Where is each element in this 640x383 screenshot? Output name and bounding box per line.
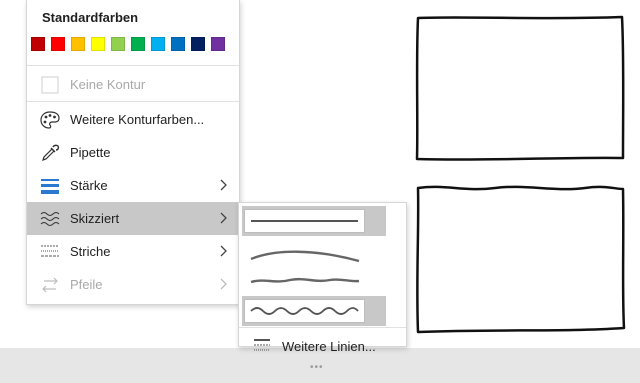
menu-separator [27, 65, 239, 66]
color-swatch-green[interactable] [131, 37, 145, 51]
menu-item-dashes[interactable]: Striche [27, 235, 239, 268]
resize-grip-icon[interactable]: ••• [310, 363, 324, 373]
menu-item-label: Stärke [70, 178, 108, 193]
color-swatch-red[interactable] [51, 37, 65, 51]
sketch-style-preview [244, 299, 365, 323]
menu-item-label: Keine Kontur [70, 77, 146, 92]
sketch-style-scribble[interactable] [242, 296, 386, 326]
menu-item-label: Weitere Konturfarben... [70, 112, 205, 127]
menu-separator [27, 101, 239, 102]
sketched-style-submenu: Weitere Linien... [238, 202, 407, 354]
sketch-style-freehand[interactable] [242, 266, 386, 296]
color-swatch-light-blue[interactable] [151, 37, 165, 51]
line-weight-icon [41, 179, 59, 194]
color-swatch-light-green[interactable] [111, 37, 125, 51]
menu-item-label: Striche [70, 244, 111, 259]
sketch-style-preview [244, 209, 365, 233]
menu-item-more-outline-colors[interactable]: Weitere Konturfarben... [27, 103, 239, 136]
color-swatch-orange[interactable] [71, 37, 85, 51]
chevron-right-icon [220, 278, 227, 290]
more-lines-button[interactable]: Weitere Linien... [239, 334, 406, 358]
eyedropper-icon [42, 144, 60, 161]
sketched-rectangle-bottom[interactable] [416, 185, 626, 334]
scribble-line-icon [250, 307, 359, 315]
menu-item-label: Pfeile [70, 277, 103, 292]
no-outline-icon [41, 76, 59, 94]
chevron-right-icon [220, 179, 227, 191]
freehand-line-icon [250, 277, 360, 284]
color-swatch-blue[interactable] [171, 37, 185, 51]
palette-icon [40, 111, 60, 129]
color-swatch-purple[interactable] [211, 37, 225, 51]
sketch-style-straight[interactable] [242, 206, 386, 236]
menu-item-no-outline: Keine Kontur [27, 68, 239, 101]
menu-item-eyedropper[interactable]: Pipette [27, 136, 239, 169]
color-swatch-dark-red[interactable] [31, 37, 45, 51]
line-options-icon [254, 339, 270, 351]
menu-item-sketched[interactable]: Skizziert [27, 202, 239, 235]
color-swatch-dark-blue[interactable] [191, 37, 205, 51]
menu-item-label: Skizziert [70, 211, 120, 226]
straight-line-icon [251, 220, 358, 222]
color-swatch-yellow[interactable] [91, 37, 105, 51]
menu-item-label: Pipette [70, 145, 111, 160]
outline-dropdown-menu: Standardfarben Keine Kontur Weitere Kont… [26, 0, 240, 305]
slide-canvas-shapes [415, 15, 626, 334]
sketch-style-curved[interactable] [242, 239, 386, 269]
menu-item-arrows: Pfeile [27, 268, 239, 301]
chevron-right-icon [220, 212, 227, 224]
more-lines-label: Weitere Linien... [282, 339, 376, 354]
sketched-icon [40, 212, 60, 226]
dashes-icon [41, 245, 59, 257]
sketched-rectangle-top[interactable] [415, 15, 625, 161]
standard-colors-heading: Standardfarben [42, 10, 139, 25]
standard-color-palette [31, 37, 231, 52]
menu-separator [239, 327, 406, 328]
chevron-right-icon [220, 245, 227, 257]
arrows-icon [42, 277, 58, 293]
curved-line-icon [250, 250, 360, 263]
menu-item-weight[interactable]: Stärke [27, 169, 239, 202]
